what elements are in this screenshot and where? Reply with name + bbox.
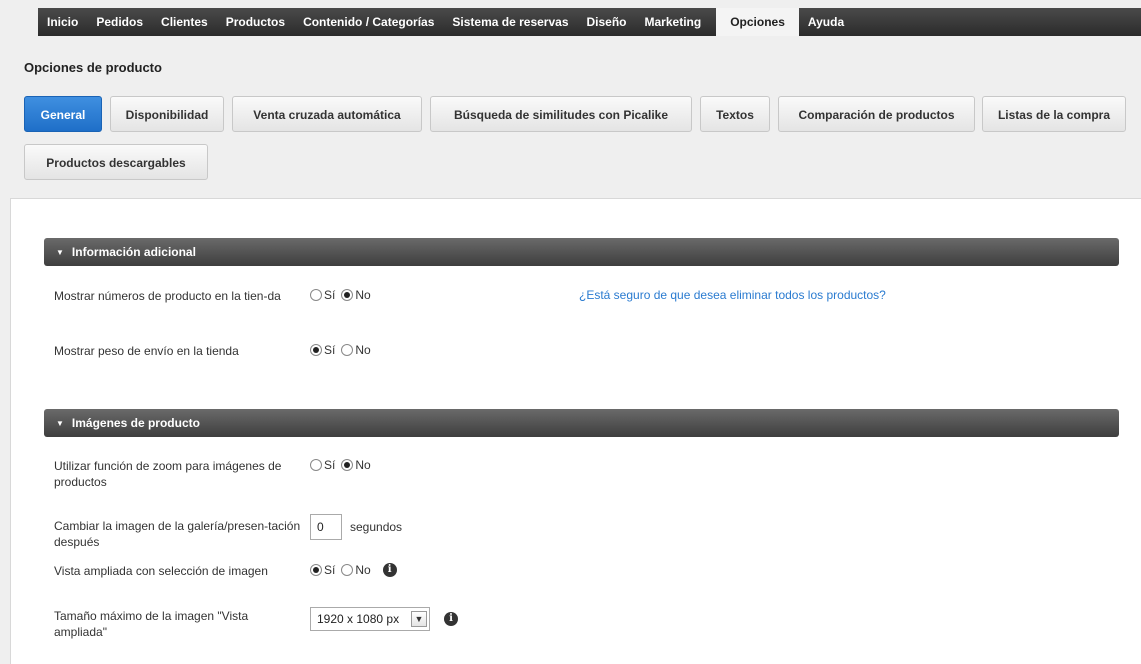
max-size-value: 1920 x 1080 px	[317, 612, 400, 626]
max-size-field: 1920 x 1080 px ▼ i	[310, 607, 458, 631]
radio-show-numbers-no[interactable]	[341, 289, 354, 301]
info-icon[interactable]: i	[444, 612, 458, 626]
radio-zoom-yes[interactable]	[310, 459, 322, 471]
radio-label-yes: Sí	[324, 343, 336, 357]
max-size-select[interactable]: 1920 x 1080 px ▼	[310, 607, 430, 631]
gallery-interval-field: segundos	[310, 514, 402, 540]
label-enlarged: Vista ampliada con selección de imagen	[54, 564, 268, 578]
radio-label-no: No	[355, 458, 371, 472]
top-navigation: Inicio Pedidos Clientes Productos Conten…	[0, 0, 1141, 36]
label-max-size: Tamaño máximo de la imagen "Vista amplia…	[54, 609, 249, 639]
radio-group-zoom: Sí No	[310, 458, 377, 472]
label-gallery: Cambiar la imagen de la galería/presen-t…	[54, 519, 301, 549]
tab-general[interactable]: General	[24, 96, 102, 132]
nav-pedidos[interactable]: Pedidos	[87, 8, 152, 36]
tab-listas-compra[interactable]: Listas de la compra	[982, 96, 1126, 132]
tab-disponibilidad[interactable]: Disponibilidad	[110, 96, 224, 132]
section-imagenes-producto[interactable]: ▼ Imágenes de producto	[44, 409, 1119, 437]
radio-show-numbers-yes[interactable]	[310, 289, 322, 301]
caret-down-icon: ▼	[56, 248, 64, 257]
nav-ayuda[interactable]: Ayuda	[799, 8, 853, 36]
label-zoom: Utilizar función de zoom para imágenes d…	[54, 459, 282, 489]
radio-label-no: No	[355, 563, 371, 577]
seconds-unit: segundos	[350, 520, 403, 534]
radio-label-no: No	[355, 288, 371, 302]
nav-marketing[interactable]: Marketing	[636, 8, 711, 36]
radio-show-weight-no[interactable]	[341, 344, 354, 356]
radio-group-show-weight: Sí No	[310, 343, 377, 357]
radio-group-show-numbers: Sí No	[310, 288, 377, 302]
radio-enlarged-no[interactable]	[341, 564, 354, 576]
radio-label-yes: Sí	[324, 563, 336, 577]
radio-label-no: No	[355, 343, 371, 357]
delete-all-products-link[interactable]: ¿Está seguro de que desea eliminar todos…	[579, 288, 886, 302]
tab-venta-cruzada[interactable]: Venta cruzada automática	[232, 96, 422, 132]
tab-textos[interactable]: Textos	[700, 96, 770, 132]
radio-group-enlarged: Sí No i	[310, 563, 397, 577]
tab-descargables[interactable]: Productos descargables	[24, 144, 208, 180]
nav-contenido[interactable]: Contenido / Categorías	[294, 8, 443, 36]
radio-show-weight-yes[interactable]	[310, 344, 322, 356]
section-title: Imágenes de producto	[71, 416, 200, 430]
nav-clientes[interactable]: Clientes	[152, 8, 217, 36]
gallery-seconds-input[interactable]	[310, 514, 342, 540]
nav-reservas[interactable]: Sistema de reservas	[443, 8, 577, 36]
label-show-numbers: Mostrar números de producto en la tien-d…	[54, 289, 281, 303]
nav-inicio[interactable]: Inicio	[38, 8, 87, 36]
page-title: Opciones de producto	[24, 60, 162, 75]
label-show-weight: Mostrar peso de envío en la tienda	[54, 344, 239, 358]
main-menu-bar: Inicio Pedidos Clientes Productos Conten…	[38, 8, 1141, 36]
radio-zoom-no[interactable]	[341, 459, 354, 471]
caret-down-icon: ▼	[56, 419, 64, 428]
info-icon[interactable]: i	[382, 563, 397, 577]
nav-opciones[interactable]: Opciones	[716, 8, 799, 36]
radio-label-yes: Sí	[324, 288, 336, 302]
nav-diseno[interactable]: Diseño	[578, 8, 636, 36]
radio-enlarged-yes[interactable]	[310, 564, 322, 576]
tab-comparacion[interactable]: Comparación de productos	[778, 96, 975, 132]
section-informacion-adicional[interactable]: ▼ Información adicional	[44, 238, 1119, 266]
chevron-down-icon: ▼	[411, 611, 427, 627]
radio-label-yes: Sí	[324, 458, 336, 472]
nav-productos[interactable]: Productos	[217, 8, 294, 36]
section-title: Información adicional	[71, 245, 196, 259]
tab-picalike[interactable]: Búsqueda de similitudes con Picalike	[430, 96, 692, 132]
